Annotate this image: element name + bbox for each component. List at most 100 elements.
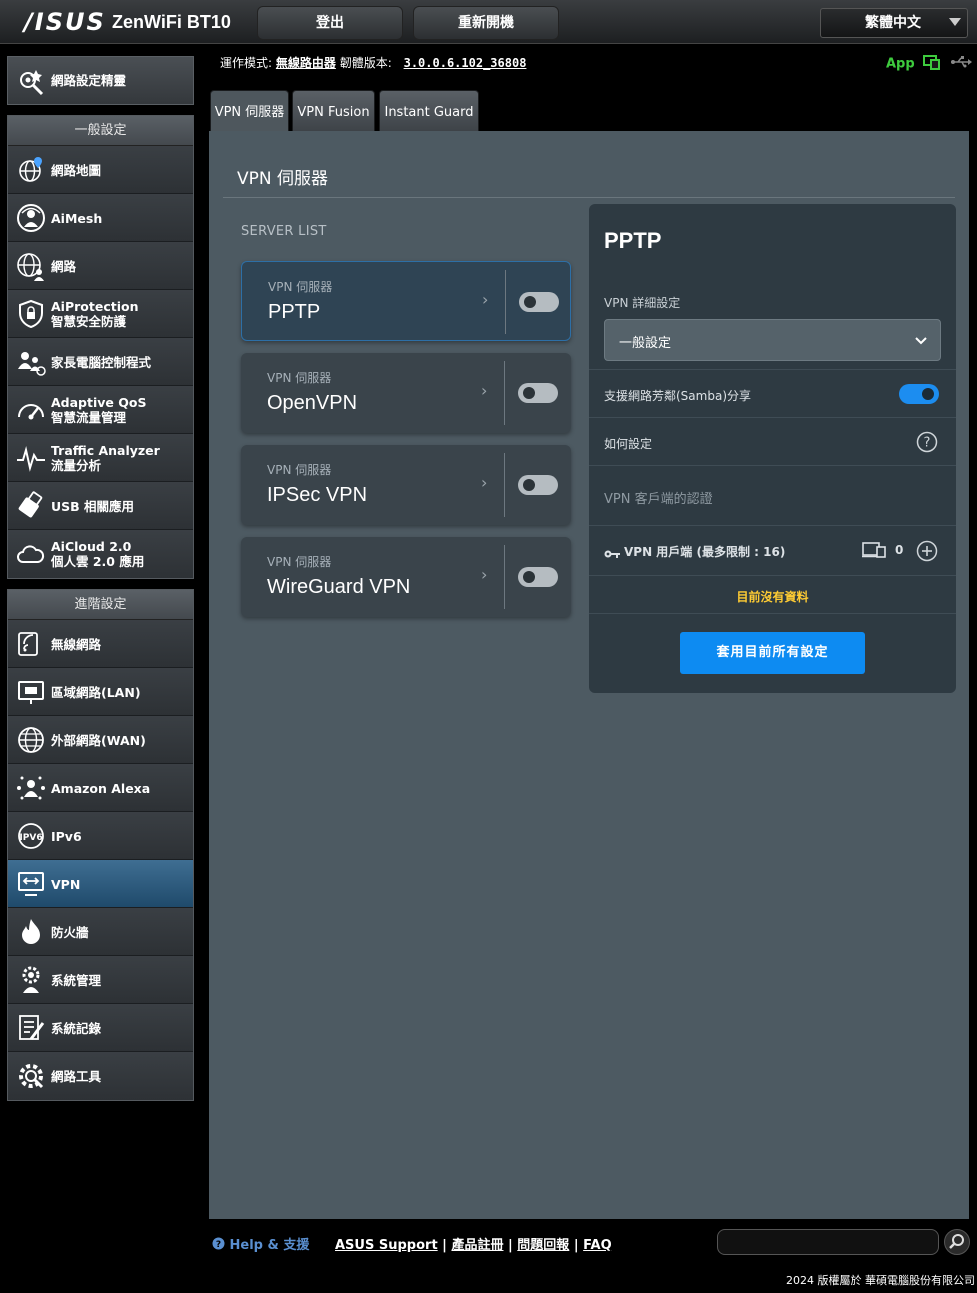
reboot-button[interactable]: 重新開機: [413, 6, 559, 40]
firmware-link[interactable]: 3.0.0.6.102_36808: [404, 56, 527, 70]
sidebar-item-network-map[interactable]: 網路地圖: [8, 146, 193, 194]
tab-vpn-server[interactable]: VPN 伺服器: [210, 90, 289, 131]
status-line: 運作模式: 無線路由器 韌體版本: 3.0.0.6.102_36808: [220, 54, 526, 71]
sidebar-item-label: 網路設定精靈: [51, 73, 127, 88]
toggle-knob: [523, 571, 535, 583]
help-label: Help & 支援: [229, 1238, 310, 1253]
tab-vpn-fusion[interactable]: VPN Fusion: [292, 90, 375, 131]
usb-status-icon[interactable]: [950, 56, 972, 72]
feedback-link[interactable]: 問題回報: [517, 1238, 569, 1253]
sidebar-item-line1: Traffic Analyzer: [51, 443, 160, 458]
mode-link[interactable]: 無線路由器: [276, 56, 336, 70]
vpn-detail-select[interactable]: 一般設定: [604, 319, 941, 361]
syslog-icon: [16, 1013, 46, 1043]
sidebar-item-traffic-analyzer[interactable]: Traffic Analyzer 流量分析: [8, 434, 193, 482]
add-user-icon[interactable]: [916, 540, 938, 566]
logout-button[interactable]: 登出: [257, 6, 403, 40]
tab-instant-guard[interactable]: Instant Guard: [379, 90, 479, 131]
vpn-icon: [16, 869, 46, 899]
sidebar-item-wizard[interactable]: 網路設定精靈: [7, 56, 194, 105]
admin-icon: [16, 965, 46, 995]
faq-link[interactable]: FAQ: [583, 1238, 612, 1253]
chevron-right-icon: ›: [482, 290, 489, 309]
chevron-right-icon: ›: [481, 473, 488, 492]
sidebar-item-line2: 個人雲 2.0 應用: [51, 554, 145, 569]
asus-support-link[interactable]: ASUS Support: [335, 1238, 438, 1253]
sidebar-item-ipv6[interactable]: IPV6 IPv6: [8, 812, 193, 860]
qos-gauge-icon: [16, 395, 46, 425]
sidebar-item-wireless[interactable]: 無線網路: [8, 620, 193, 668]
wireguard-toggle[interactable]: [518, 567, 558, 587]
sidebar-item-administration[interactable]: 系統管理: [8, 956, 193, 1004]
help-icon[interactable]: ?: [916, 431, 938, 457]
search-input[interactable]: [717, 1229, 939, 1255]
product-registration-link[interactable]: 產品註冊: [451, 1238, 503, 1253]
toggle-knob: [524, 296, 536, 308]
wizard-icon: [16, 66, 46, 96]
svg-text:?: ?: [924, 436, 931, 451]
firmware-label: 韌體版本:: [339, 56, 392, 70]
server-card-name: IPSec VPN: [267, 484, 368, 506]
footer: ? Help & 支援 ASUS Support | 產品註冊 | 問題回報 |…: [209, 1228, 970, 1258]
help-support-link[interactable]: ? Help & 支援: [212, 1234, 309, 1253]
openvpn-toggle[interactable]: [518, 383, 558, 403]
vpn-users-row: VPN 用戶端 (最多限制 : 16) 0: [589, 525, 956, 575]
parental-control-icon: [16, 347, 46, 377]
samba-toggle[interactable]: [899, 384, 939, 404]
sidebar-item-lan[interactable]: 區域網路(LAN): [8, 668, 193, 716]
sidebar-advanced-group: 進階設定 無線網路 區域網路(LAN) 外部網路(WAN) Amazon Ale…: [7, 589, 194, 1101]
apply-button[interactable]: 套用目前所有設定: [680, 632, 865, 674]
sidebar-item-parental-control[interactable]: 家長電腦控制程式: [8, 338, 193, 386]
sidebar-item-firewall[interactable]: 防火牆: [8, 908, 193, 956]
server-card-pptp[interactable]: VPN 伺服器 PPTP ›: [241, 261, 571, 341]
sidebar-item-alexa[interactable]: Amazon Alexa: [8, 764, 193, 812]
page-title: VPN 伺服器: [237, 169, 329, 189]
sidebar-item-label: IPv6: [51, 828, 82, 844]
title-divider: [223, 197, 955, 198]
samba-row: 支援網路芳鄰(Samba)分享: [589, 369, 956, 417]
sidebar-item-adaptive-qos[interactable]: Adaptive QoS 智慧流量管理: [8, 386, 193, 434]
sidebar-item-label: AiProtection 智慧安全防護: [51, 290, 138, 338]
server-card-subtitle: VPN 伺服器: [267, 555, 332, 569]
pptp-toggle[interactable]: [519, 292, 559, 312]
sidebar-item-guest-network[interactable]: 網路: [8, 242, 193, 290]
ipsec-toggle[interactable]: [518, 475, 558, 495]
footer-links: ASUS Support | 產品註冊 | 問題回報 | FAQ: [335, 1238, 612, 1253]
sidebar-item-label: 防火牆: [51, 924, 89, 940]
chevron-right-icon: ›: [481, 381, 488, 400]
server-card-subtitle: VPN 伺服器: [267, 371, 332, 385]
copyright: 2024 版權屬於 華碩電腦股份有限公司: [786, 1274, 975, 1287]
app-device-icon[interactable]: [923, 54, 941, 74]
language-select[interactable]: 繁體中文: [820, 8, 968, 38]
chevron-right-icon: ›: [481, 565, 488, 584]
sidebar-item-network-tools[interactable]: 網路工具: [8, 1052, 193, 1100]
sidebar-item-usb[interactable]: USB 相關應用: [8, 482, 193, 530]
wan-globe-icon: [16, 725, 46, 755]
vpn-detail-label: VPN 詳細設定: [604, 296, 681, 310]
server-card-wireguard[interactable]: VPN 伺服器 WireGuard VPN ›: [241, 537, 571, 617]
vpn-users-label: VPN 用戶端 (最多限制 : 16): [624, 545, 786, 559]
sidebar-item-label: 網路地圖: [51, 162, 102, 178]
sidebar-item-line1: AiCloud 2.0: [51, 539, 132, 554]
sidebar-item-label: 網路: [51, 258, 77, 274]
sidebar-item-aimesh[interactable]: AiMesh: [8, 194, 193, 242]
app-link[interactable]: App: [886, 57, 915, 72]
usb-icon: [16, 491, 46, 521]
sidebar-item-line2: 智慧安全防護: [51, 314, 127, 329]
search-button[interactable]: [944, 1229, 970, 1255]
sidebar-item-aiprotection[interactable]: AiProtection 智慧安全防護: [8, 290, 193, 338]
traffic-analyzer-icon: [16, 443, 46, 473]
vpn-users-count: 0: [895, 543, 904, 557]
sidebar-item-system-log[interactable]: 系統記錄: [8, 1004, 193, 1052]
shield-icon: [16, 299, 46, 329]
toggle-knob: [523, 387, 535, 399]
asus-logo[interactable]: /ISUS: [24, 8, 106, 36]
sidebar-item-vpn[interactable]: VPN: [8, 860, 193, 908]
sidebar-item-label: AiMesh: [51, 210, 103, 226]
sidebar-item-aicloud[interactable]: AiCloud 2.0 個人雲 2.0 應用: [8, 530, 193, 578]
sidebar-item-wan[interactable]: 外部網路(WAN): [8, 716, 193, 764]
samba-label: 支援網路芳鄰(Samba)分享: [604, 389, 751, 403]
server-card-name: PPTP: [268, 301, 321, 323]
server-card-openvpn[interactable]: VPN 伺服器 OpenVPN ›: [241, 353, 571, 433]
server-card-ipsec[interactable]: VPN 伺服器 IPSec VPN ›: [241, 445, 571, 525]
